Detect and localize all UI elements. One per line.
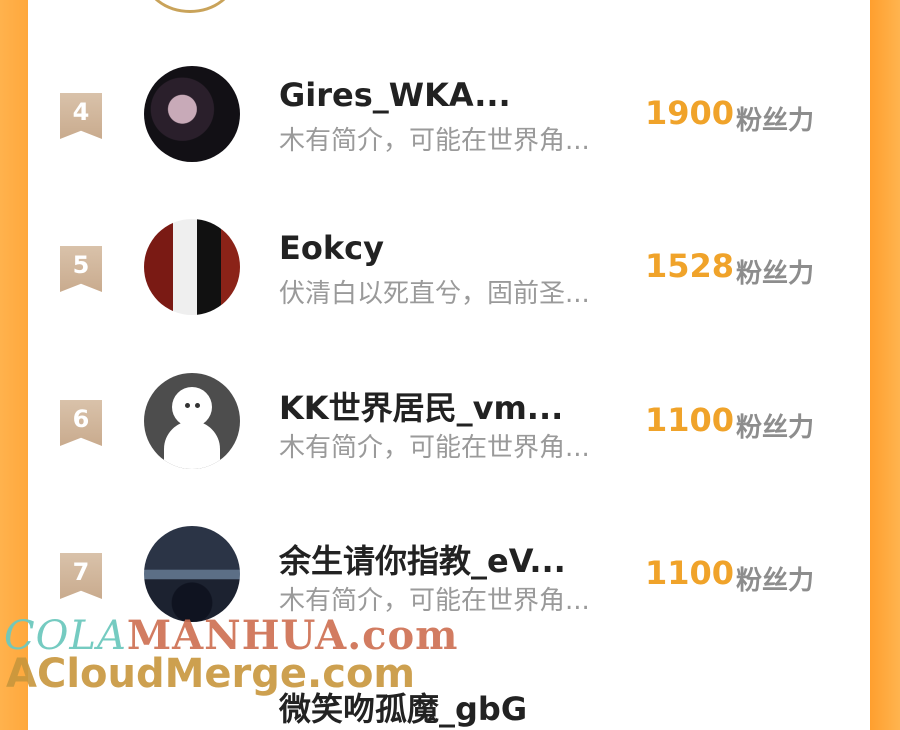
fan-score-unit: 粉丝力 [736,259,815,289]
rank-badge: 6 [60,400,102,446]
user-name[interactable]: 余生请你指教_eV... [279,536,566,582]
default-user-icon [164,387,220,469]
user-bio: 木有简介，可能在世界角... [279,126,590,156]
rank-badge: 5 [60,246,102,292]
user-bio: 木有简介，可能在世界角... [279,433,590,463]
fan-score: 1100 [645,401,735,439]
fan-score-unit: 粉丝力 [736,106,815,136]
fan-score: 1900 [645,94,735,132]
user-bio: 伏清白以死直兮，固前圣... [279,279,590,309]
user-name[interactable]: Gires_WKA... [279,76,511,114]
list-item[interactable]: 6 KK世界居民_vm... 木有简介，可能在世界角... 1100 粉丝力 [0,373,900,493]
list-item[interactable]: 4 Gires_WKA... 木有简介，可能在世界角... 1900 粉丝力 [0,66,900,186]
fan-score: 1528 [645,247,735,285]
avatar[interactable] [144,219,240,315]
fan-score: 1100 [645,554,735,592]
avatar[interactable] [144,526,240,622]
rank-badge: 4 [60,93,102,139]
watermark-acloudmerge: ACloudMerge.com [6,651,416,697]
avatar-default[interactable] [144,373,240,469]
rank-badge: 7 [60,553,102,599]
avatar[interactable] [144,66,240,162]
user-name[interactable]: Eokcy [279,229,384,267]
fan-score-unit: 粉丝力 [736,413,815,443]
fan-score-unit: 粉丝力 [736,566,815,596]
user-name[interactable]: KK世界居民_vm... [279,383,563,429]
list-item[interactable]: 5 Eokcy 伏清白以死直兮，固前圣... 1528 粉丝力 [0,219,900,339]
